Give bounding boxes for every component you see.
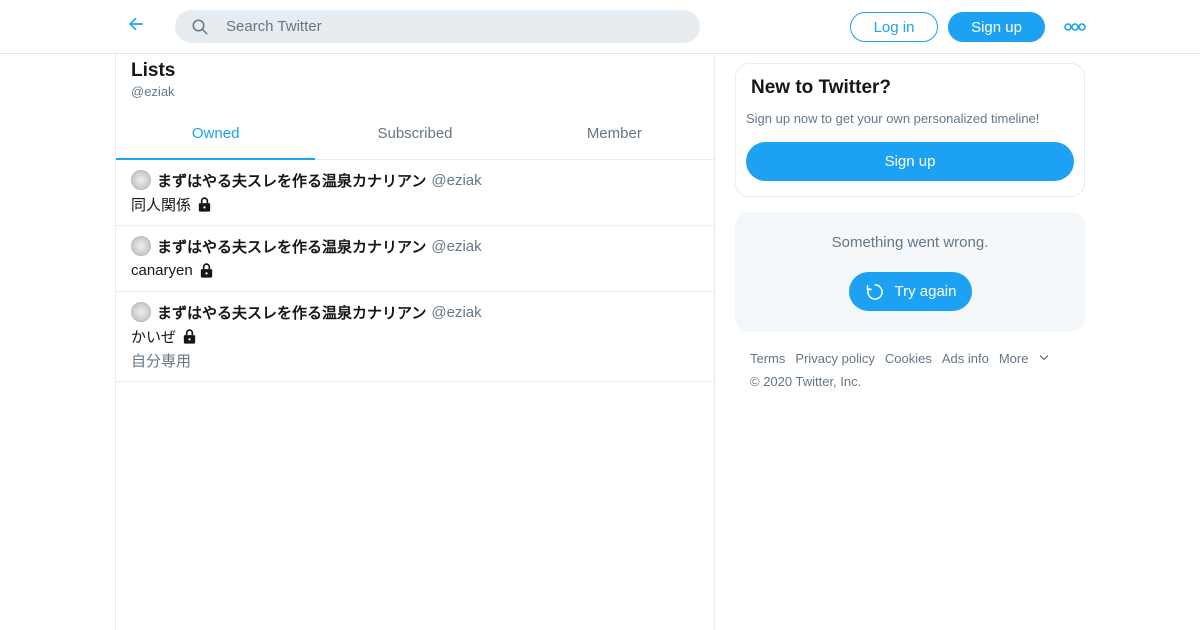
list-item[interactable]: まずはやる夫スレを作る温泉カナリアン @eziak canaryen	[116, 226, 714, 292]
search-input[interactable]	[226, 18, 666, 35]
owner-name: まずはやる夫スレを作る温泉カナリアン	[157, 172, 427, 190]
error-message: Something went wrong.	[831, 234, 989, 251]
avatar	[131, 170, 151, 190]
avatar	[131, 236, 151, 256]
list-item[interactable]: まずはやる夫スレを作る温泉カナリアン @eziak 同人関係	[116, 160, 714, 226]
top-bar: Log in Sign up	[0, 0, 1200, 54]
signup-card: New to Twitter? Sign up now to get your …	[735, 63, 1085, 197]
error-card: Something went wrong. Try again	[735, 212, 1085, 332]
signup-card-subtitle: Sign up now to get your own personalized…	[746, 111, 1040, 126]
signup-button[interactable]: Sign up	[948, 12, 1045, 42]
footer-more-button[interactable]: More	[999, 351, 1061, 366]
back-button[interactable]	[120, 10, 152, 42]
owner-handle: @eziak	[431, 237, 482, 255]
list-name: 同人関係	[131, 196, 192, 214]
sidebar-signup-button[interactable]: Sign up	[746, 142, 1074, 181]
footer-link-ads-info[interactable]: Ads info	[942, 351, 989, 366]
main-column: Lists @eziak Owned Subscribed Member まずは…	[115, 54, 715, 630]
lists-container: まずはやる夫スレを作る温泉カナリアン @eziak 同人関係 まずはやる夫スレを…	[116, 160, 714, 382]
list-description: 自分専用	[131, 353, 192, 370]
footer: Terms Privacy policy Cookies Ads info Mo…	[750, 351, 1090, 389]
footer-link-cookies[interactable]: Cookies	[885, 351, 932, 366]
chevron-down-icon	[1038, 351, 1050, 366]
tab-bar: Owned Subscribed Member	[116, 108, 714, 160]
signup-card-title: New to Twitter?	[751, 77, 892, 98]
try-again-label: Try again	[894, 283, 957, 300]
owner-handle: @eziak	[431, 303, 482, 321]
tab-subscribed[interactable]: Subscribed	[315, 108, 514, 159]
copyright: © 2020 Twitter, Inc.	[750, 374, 862, 389]
more-dots-icon	[1064, 18, 1086, 36]
search-icon	[191, 17, 211, 37]
more-button[interactable]	[1062, 17, 1088, 37]
try-again-button[interactable]: Try again	[849, 272, 972, 311]
footer-links: Terms Privacy policy Cookies Ads info Mo…	[750, 351, 1090, 366]
list-name: canaryen	[131, 261, 193, 279]
footer-link-privacy[interactable]: Privacy policy	[795, 351, 874, 366]
list-name: かいぜ	[131, 328, 177, 346]
search-bar[interactable]	[175, 10, 700, 43]
owner-name: まずはやる夫スレを作る温泉カナリアン	[157, 304, 427, 322]
lock-icon	[198, 262, 215, 279]
lock-icon	[181, 328, 198, 345]
page-title: Lists	[131, 60, 176, 81]
lock-icon	[196, 196, 213, 213]
owner-handle: @eziak	[431, 171, 482, 189]
footer-more-label: More	[998, 351, 1029, 366]
login-button[interactable]: Log in	[850, 12, 938, 42]
owner-name: まずはやる夫スレを作る温泉カナリアン	[157, 238, 427, 256]
arrow-left-icon	[126, 14, 146, 39]
footer-link-terms[interactable]: Terms	[750, 351, 785, 366]
avatar	[131, 302, 151, 322]
page-handle: @eziak	[131, 84, 175, 99]
tab-owned[interactable]: Owned	[116, 108, 316, 160]
refresh-icon	[865, 282, 885, 302]
tab-member[interactable]: Member	[515, 108, 714, 159]
list-item[interactable]: まずはやる夫スレを作る温泉カナリアン @eziak かいぜ 自分専用	[116, 292, 714, 382]
